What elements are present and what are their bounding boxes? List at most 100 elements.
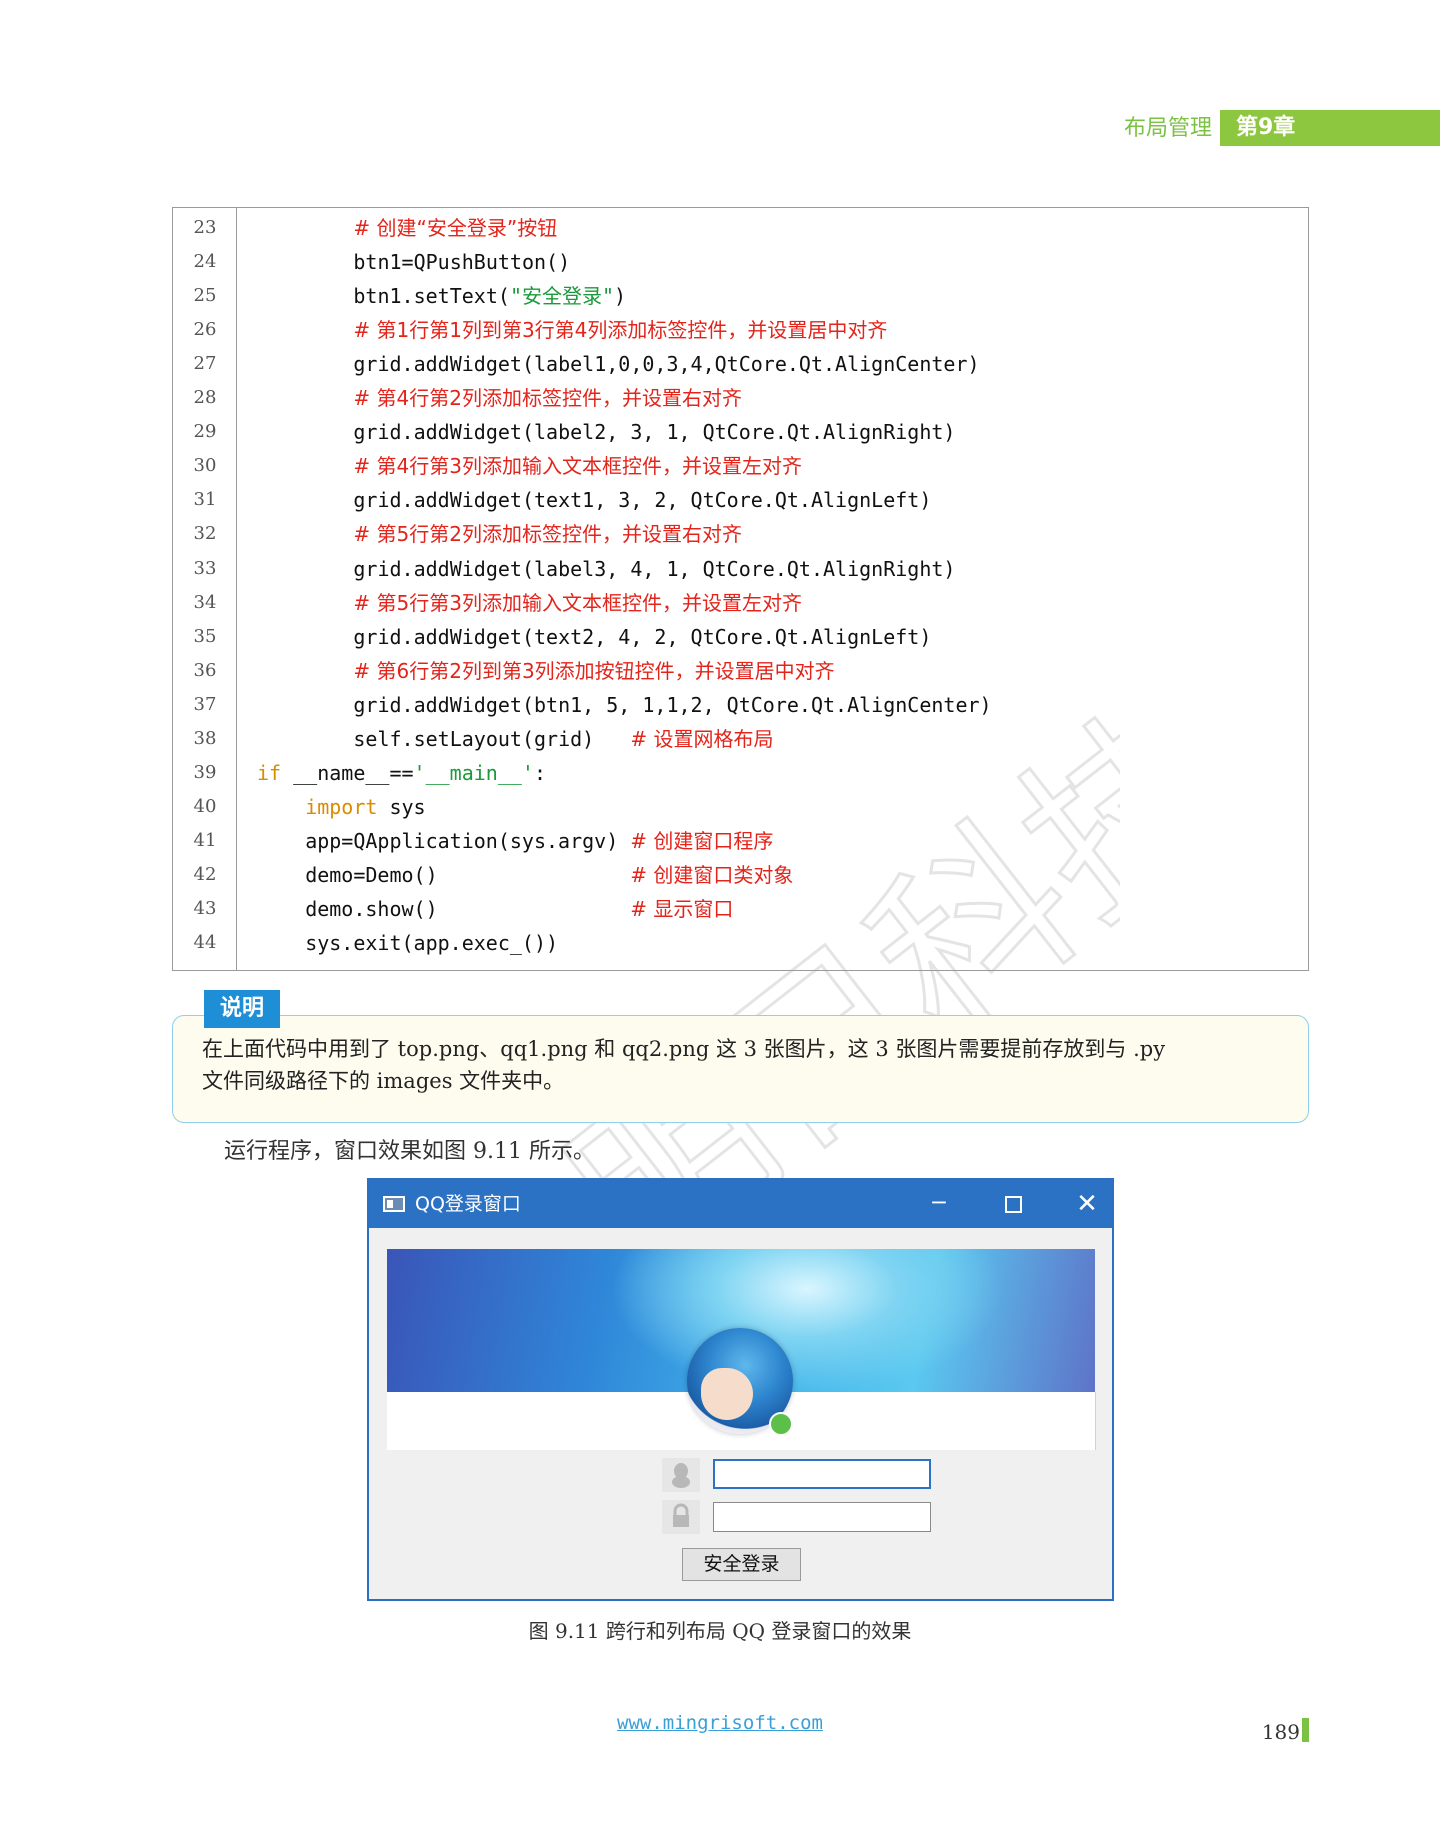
line-number: 36: [193, 659, 217, 681]
code-line: 36 # 第6行第2列到第3列添加按钮控件，并设置居中对齐: [173, 654, 1308, 688]
note-line-1: 在上面代码中用到了 top.png、qq1.png 和 qq2.png 这 3 …: [202, 1037, 1166, 1061]
maximize-button[interactable]: [983, 1180, 1043, 1228]
code-text: # 第4行第2列添加标签控件，并设置右对齐: [353, 381, 742, 415]
line-number: 31: [193, 489, 217, 511]
run-instruction: 运行程序，窗口效果如图 9.11 所示。: [224, 1139, 595, 1164]
code-token: ): [614, 284, 627, 309]
code-line: 35 grid.addWidget(text2, 4, 2, QtCore.Qt.…: [173, 620, 1308, 654]
code-block: 23 # 创建“安全登录”按钮 24 btn1=QPushButton() 25 btn1…: [172, 207, 1309, 971]
code-comment: # 显示窗口: [630, 897, 734, 921]
code-line: 28 # 第4行第2列添加标签控件，并设置右对齐: [173, 381, 1308, 415]
maximize-icon: [1004, 1196, 1022, 1213]
lock-icon: [662, 1500, 700, 1534]
code-line: 23 # 创建“安全登录”按钮: [173, 211, 1308, 245]
code-token: demo.show(): [305, 897, 631, 921]
code-comment: # 第6行第2列到第3列添加按钮控件，并设置居中对齐: [353, 658, 835, 683]
qq-user-icon: [662, 1458, 700, 1492]
line-number: 24: [193, 251, 217, 273]
line-number: 27: [193, 353, 217, 375]
line-number: 40: [193, 795, 217, 817]
code-line: 42 demo=Demo() # 创建窗口类对象: [173, 858, 1308, 892]
code-line: 27 grid.addWidget(label1,0,0,3,4,QtCore.Q…: [173, 347, 1308, 381]
line-number: 37: [193, 693, 217, 715]
code-token: grid.addWidget(btn1, 5, 1,1,2, QtCore.Qt…: [353, 692, 992, 717]
line-number: 29: [193, 421, 217, 443]
code-line: 31 grid.addWidget(text1, 3, 2, QtCore.Qt.…: [173, 483, 1308, 517]
code-text: app=QApplication(sys.argv) # 创建窗口程序: [305, 824, 773, 858]
minimize-button[interactable]: ─: [909, 1180, 969, 1228]
code-token: sys: [377, 794, 426, 819]
line-number: 43: [193, 898, 217, 919]
username-input[interactable]: [713, 1459, 931, 1489]
code-line: 26 # 第1行第1列到第3行第4列添加标签控件，并设置居中对齐: [173, 313, 1308, 347]
line-number: 42: [193, 863, 217, 885]
code-text: # 第5行第3列添加输入文本框控件，并设置左对齐: [353, 586, 802, 620]
code-line: 43 demo.show() # 显示窗口: [173, 892, 1308, 926]
code-comment: # 设置网格布局: [630, 726, 774, 751]
line-number: 32: [193, 523, 217, 545]
code-text: grid.addWidget(text1, 3, 2, QtCore.Qt.Al…: [353, 483, 931, 517]
note-tag: 说明: [204, 990, 280, 1028]
code-line: 41 app=QApplication(sys.argv) # 创建窗口程序: [173, 824, 1308, 858]
code-line: 44 sys.exit(app.exec_()): [173, 926, 1308, 960]
code-line: 40 import sys: [173, 790, 1308, 824]
code-text: demo.show() # 显示窗口: [305, 892, 733, 926]
code-comment: # 第5行第3列添加输入文本框控件，并设置左对齐: [353, 590, 802, 615]
code-comment: # 创建窗口程序: [630, 828, 774, 853]
code-text: self.setLayout(grid) # 设置网格布局: [353, 722, 773, 756]
code-line: 29 grid.addWidget(label2, 3, 1, QtCore.Qt…: [173, 415, 1308, 449]
code-token: grid.addWidget(label2, 3, 1, QtCore.Qt.A…: [353, 420, 956, 445]
code-text: # 第4行第3列添加输入文本框控件，并设置左对齐: [353, 449, 802, 483]
code-text: import sys: [305, 790, 425, 824]
code-token: grid.addWidget(text1, 3, 2, QtCore.Qt.Al…: [353, 488, 932, 513]
code-text: grid.addWidget(text2, 4, 2, QtCore.Qt.Al…: [353, 620, 931, 654]
line-number: 44: [193, 932, 217, 954]
running-header-chapter: 第9章: [1220, 110, 1440, 146]
page-number: 189: [1261, 1720, 1300, 1744]
note-line-2: 文件同级路径下的 images 文件夹中。: [202, 1069, 565, 1093]
code-text: # 创建“安全登录”按钮: [353, 211, 557, 245]
line-number: 34: [193, 591, 217, 613]
code-token: demo=Demo(): [305, 862, 631, 887]
code-text: # 第6行第2列到第3列添加按钮控件，并设置居中对齐: [353, 654, 834, 688]
line-number: 33: [193, 557, 217, 579]
note-text: 在上面代码中用到了 top.png、qq1.png 和 qq2.png 这 3 …: [202, 1033, 1292, 1097]
code-comment: # 第5行第2列添加标签控件，并设置右对齐: [353, 522, 742, 547]
app-window-icon: [383, 1196, 405, 1212]
line-number: 41: [193, 829, 217, 851]
close-button[interactable]: ✕: [1057, 1180, 1117, 1228]
code-comment: # 第1行第1列到第3行第4列添加标签控件，并设置居中对齐: [353, 318, 888, 343]
window-titlebar: QQ登录窗口 ─ ✕: [369, 1180, 1112, 1228]
code-comment: # 第4行第3列添加输入文本框控件，并设置左对齐: [353, 454, 802, 479]
code-line: 30 # 第4行第3列添加输入文本框控件，并设置左对齐: [173, 449, 1308, 483]
qq-login-window: QQ登录窗口 ─ ✕ 安全登录: [367, 1178, 1114, 1601]
secure-login-button[interactable]: 安全登录: [682, 1548, 801, 1581]
code-text: if __name__=='__main__':: [257, 756, 546, 790]
line-number: 28: [193, 387, 217, 409]
code-token: __name__==: [281, 760, 414, 785]
code-text: btn1.setText("安全登录"): [353, 279, 626, 313]
code-text: grid.addWidget(label2, 3, 1, QtCore.Qt.A…: [353, 415, 955, 449]
code-line: 24 btn1=QPushButton(): [173, 245, 1308, 279]
line-number: 25: [193, 285, 217, 307]
footer-url-link[interactable]: www.mingrisoft.com: [0, 1712, 1440, 1734]
code-comment: # 创建“安全登录”按钮: [353, 216, 558, 240]
code-token: app=QApplication(sys.argv): [305, 828, 631, 853]
code-token: grid.addWidget(label1,0,0,3,4,QtCore.Qt.…: [353, 352, 980, 377]
code-text: # 第1行第1列到第3行第4列添加标签控件，并设置居中对齐: [353, 313, 887, 347]
code-line: 37 grid.addWidget(btn1, 5, 1,1,2, QtCore.…: [173, 688, 1308, 722]
code-line: 25 btn1.setText("安全登录"): [173, 279, 1308, 313]
avatar-face: [701, 1368, 753, 1420]
code-token: self.setLayout(grid): [353, 726, 631, 751]
code-line: 39 if __name__=='__main__':: [173, 756, 1308, 790]
code-keyword: if: [257, 760, 282, 785]
line-number: 38: [193, 727, 217, 749]
code-token: grid.addWidget(label3, 4, 1, QtCore.Qt.A…: [353, 556, 956, 581]
code-token: sys.exit(app.exec_()): [305, 931, 559, 956]
line-number: 39: [193, 761, 217, 783]
password-input[interactable]: [713, 1502, 931, 1532]
code-text: grid.addWidget(label3, 4, 1, QtCore.Qt.A…: [353, 552, 955, 586]
code-line: 32 # 第5行第2列添加标签控件，并设置右对齐: [173, 517, 1308, 551]
code-text: btn1=QPushButton(): [353, 245, 570, 279]
code-token: :: [533, 760, 547, 785]
